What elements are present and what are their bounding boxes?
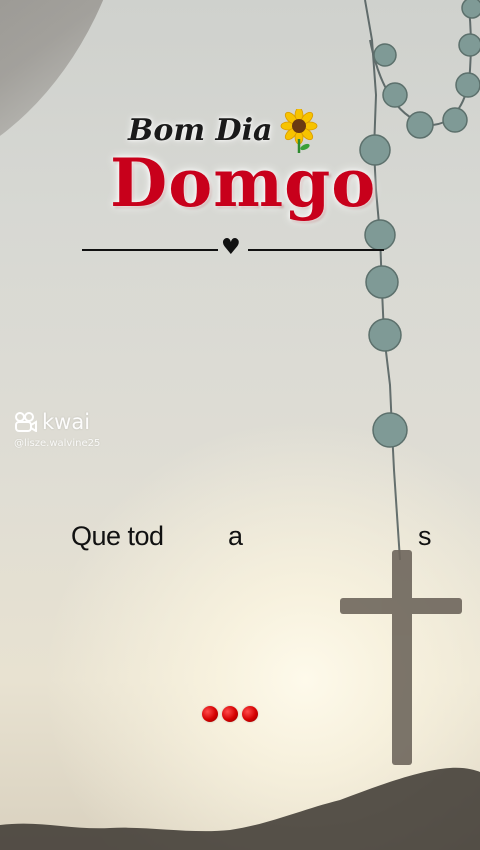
caption-text-part2: a xyxy=(228,521,243,551)
kwai-brand-text: kwai xyxy=(42,410,91,434)
kwai-logo-icon xyxy=(15,412,37,432)
loading-dots xyxy=(202,706,258,722)
kwai-watermark: kwai @lisze.walvine25 xyxy=(14,410,100,449)
title-divider: ♥ xyxy=(82,235,384,259)
caption-text-part1: Que tod xyxy=(71,521,164,551)
ground-silhouette xyxy=(0,767,480,850)
divider-line-left xyxy=(82,249,218,251)
greeting-title: Bom Dia Domgo xyxy=(80,105,390,255)
heart-icon: ♥ xyxy=(221,235,241,260)
caption-text-part3: s xyxy=(418,521,432,551)
loading-dot xyxy=(242,706,258,722)
day-title: Domgo xyxy=(110,144,377,222)
divider-line-right xyxy=(248,249,384,251)
loading-dot xyxy=(202,706,218,722)
greeting-text: Bom Dia xyxy=(128,113,273,148)
loading-dot xyxy=(222,706,238,722)
kwai-handle: @lisze.walvine25 xyxy=(14,438,101,449)
